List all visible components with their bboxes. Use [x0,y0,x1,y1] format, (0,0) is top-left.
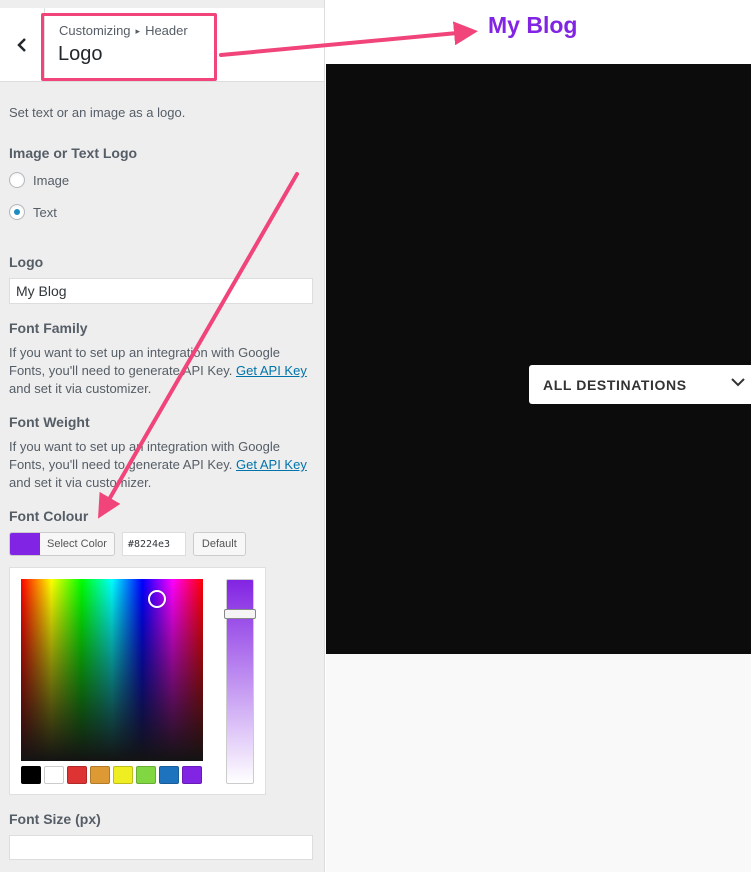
radio-checked-dot [14,209,20,215]
font-size-title: Font Size (px) [9,811,101,827]
palette-swatch-blue[interactable] [159,766,179,784]
color-control: Select Color #8224e3 Default [9,532,246,556]
logo-text-title: Logo [9,254,44,270]
radio-image[interactable]: Image [9,172,69,188]
chevron-left-icon [17,37,26,52]
palette-swatch-yellow[interactable] [113,766,133,784]
hue-strip[interactable] [224,579,256,784]
section-header: Customizing ▸ Header Logo [0,8,324,82]
radio-text-label: Text [33,204,57,220]
color-picker [9,567,266,795]
get-api-key-link[interactable]: Get API Key [236,457,307,472]
font-weight-help: If you want to set up an integration wit… [9,438,309,492]
logo-type-title: Image or Text Logo [9,145,138,161]
select-color-label: Select Color [47,538,107,550]
hex-color-input[interactable]: #8224e3 [121,532,186,556]
palette-swatch-red[interactable] [67,766,87,784]
select-color-button[interactable]: Select Color [9,532,115,556]
palette-swatch-purple[interactable] [182,766,202,784]
breadcrumb: Customizing ▸ Header [59,23,188,38]
radio-button[interactable] [9,172,25,188]
section-description: Set text or an image as a logo. [9,105,186,120]
font-family-help: If you want to set up an integration wit… [9,344,309,398]
chevron-down-icon [731,378,745,387]
destinations-label: ALL DESTINATIONS [543,376,687,393]
breadcrumb-section: Header [145,23,188,38]
font-weight-title: Font Weight [9,414,90,430]
help-text-end: and set it via customizer. [9,381,152,396]
palette-swatch-white[interactable] [44,766,64,784]
radio-image-label: Image [33,172,70,188]
logo-text-input[interactable]: My Blog [9,278,313,304]
default-color-button[interactable]: Default [192,532,246,556]
site-title[interactable]: My Blog [488,12,577,39]
section-title: Logo [58,43,103,65]
color-palette [21,766,205,784]
palette-swatch-orange[interactable] [90,766,110,784]
get-api-key-link[interactable]: Get API Key [236,363,307,378]
site-preview: ALL DESTINATIONS [326,0,751,872]
customizer-panel: Customizing ▸ Header Logo Set text or an i… [0,0,325,872]
font-size-input[interactable] [9,835,313,860]
font-family-title: Font Family [9,320,88,336]
breadcrumb-separator: ▸ [135,26,141,36]
radio-button[interactable] [9,204,25,220]
back-button[interactable] [0,8,45,81]
palette-swatch-green[interactable] [136,766,156,784]
hero-image: ALL DESTINATIONS [326,64,751,654]
font-colour-title: Font Colour [9,508,89,524]
current-color-swatch [10,533,40,555]
strip-handle[interactable] [224,609,256,619]
saturation-handle[interactable] [148,590,166,608]
breadcrumb-parent: Customizing [59,23,131,38]
help-text-end: and set it via customizer. [9,475,152,490]
destinations-dropdown[interactable]: ALL DESTINATIONS [529,365,751,404]
saturation-area[interactable] [21,579,203,761]
palette-swatch-black[interactable] [21,766,41,784]
radio-text[interactable]: Text [9,204,57,220]
